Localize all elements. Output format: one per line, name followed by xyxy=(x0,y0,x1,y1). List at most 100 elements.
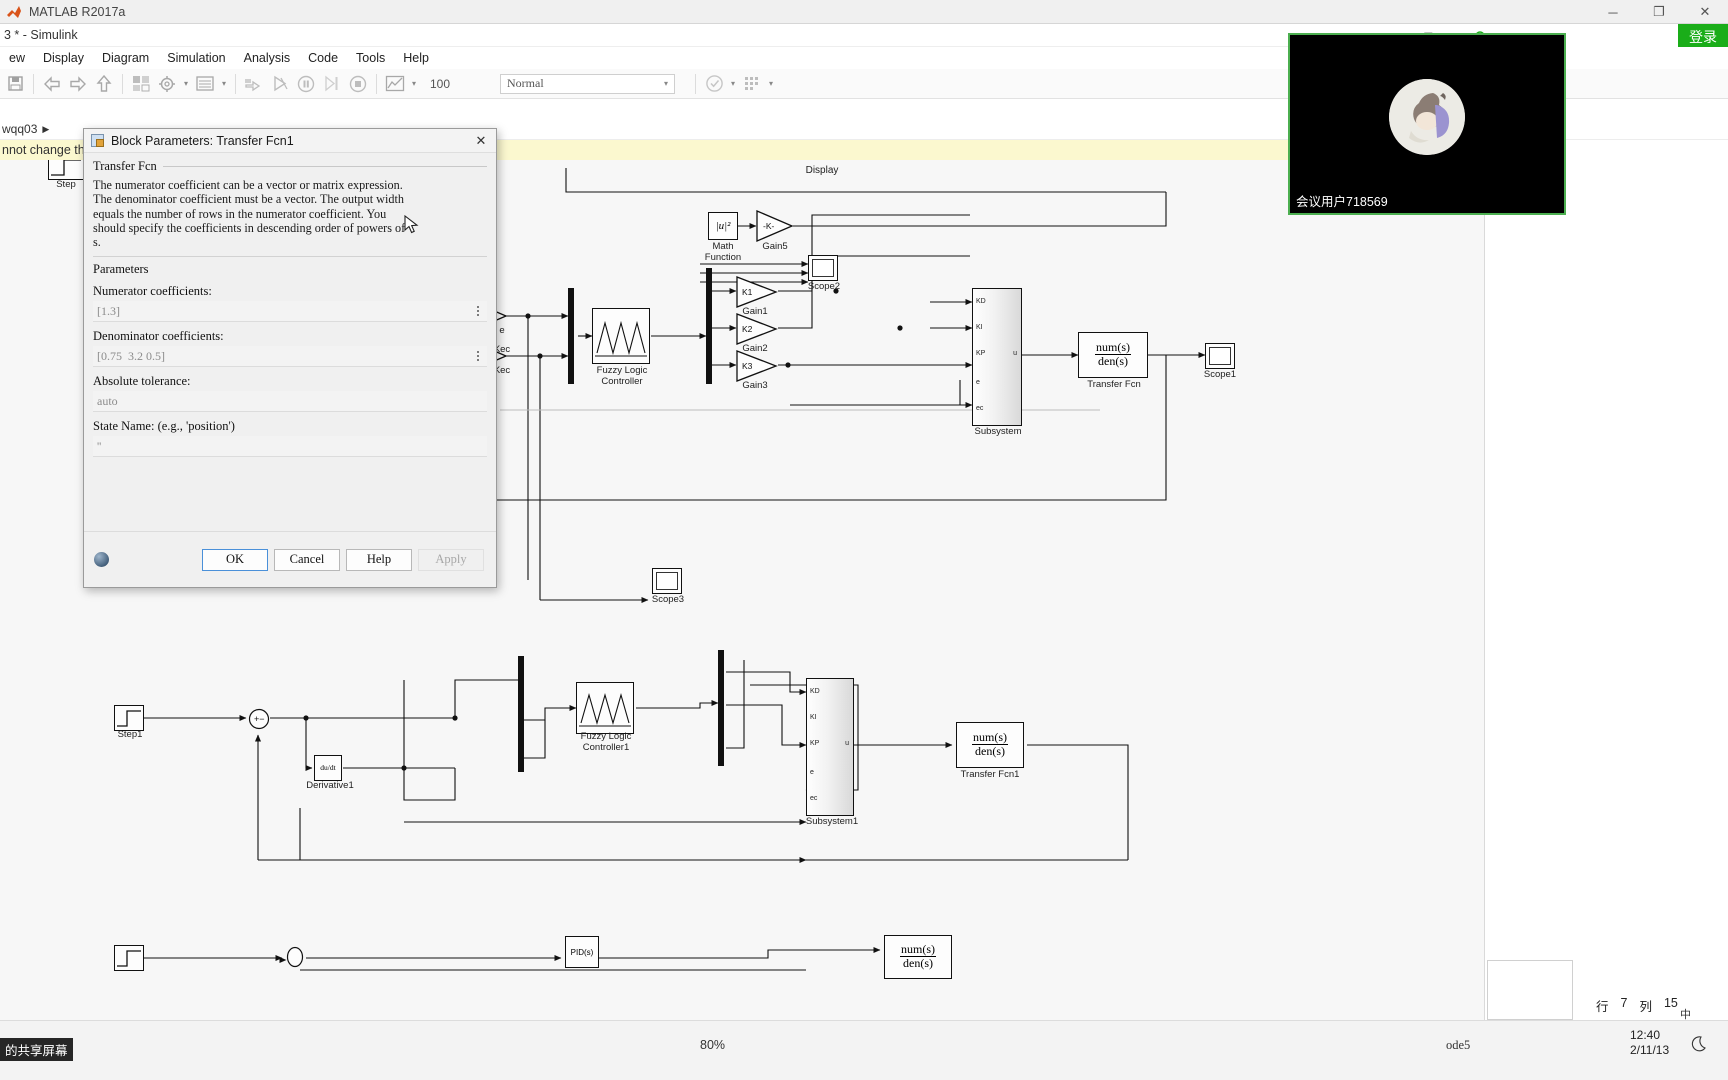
denominator-input[interactable] xyxy=(93,346,487,368)
block-scope1[interactable] xyxy=(1205,343,1235,369)
menu-item-tools[interactable]: Tools xyxy=(347,49,394,67)
chevron-down-icon[interactable]: ▾ xyxy=(180,71,192,97)
block-scope2[interactable] xyxy=(808,255,838,281)
chevron-down-icon[interactable]: ▾ xyxy=(218,71,230,97)
help-orb-icon[interactable] xyxy=(94,552,109,567)
block-label-step: Step xyxy=(56,179,76,190)
block-sum-bottom[interactable] xyxy=(284,946,306,968)
model-explorer-icon[interactable] xyxy=(192,71,218,97)
back-arrow-icon[interactable] xyxy=(39,71,65,97)
block-sum-lower[interactable]: +− xyxy=(248,708,270,730)
block-transfer-fcn1[interactable]: num(s) den(s) xyxy=(956,722,1024,768)
grid-tool-icon[interactable] xyxy=(739,71,765,97)
block-pid[interactable]: PID(s) xyxy=(565,936,599,968)
block-fuzzy-logic-controller[interactable] xyxy=(592,308,650,364)
cancel-button[interactable]: Cancel xyxy=(274,548,340,571)
col-label: 列 xyxy=(1639,1000,1652,1014)
block-label-derivative1: Derivative1 xyxy=(306,780,354,791)
menu-item-help[interactable]: Help xyxy=(394,49,438,67)
solver-name: ode5 xyxy=(1446,1038,1471,1052)
transfer-fcn-denominator: den(s) xyxy=(1098,354,1128,369)
breadcrumb-path[interactable]: wqq03 xyxy=(2,122,37,136)
dialog-buttons: OK Cancel Help Apply xyxy=(202,548,486,571)
run-fast-restart-icon[interactable] xyxy=(267,71,293,97)
block-parameters-dialog[interactable]: Block Parameters: Transfer Fcn1 ✕ Transf… xyxy=(83,128,497,588)
close-icon[interactable]: ✕ xyxy=(1682,0,1728,24)
save-icon[interactable] xyxy=(2,71,28,97)
matlab-logo-icon xyxy=(6,5,22,19)
pid-glyph: PID(s) xyxy=(570,947,594,957)
block-derivative1[interactable]: du/dt xyxy=(314,755,342,781)
state-name-row xyxy=(93,436,487,458)
block-gain1[interactable]: K1 xyxy=(736,276,778,308)
menu-item-simulation[interactable]: Simulation xyxy=(158,49,234,67)
scope3-screen xyxy=(656,572,678,590)
menu-item-analysis[interactable]: Analysis xyxy=(235,49,300,67)
check-circle-icon[interactable] xyxy=(701,71,727,97)
menu-item-code[interactable]: Code xyxy=(299,49,347,67)
transfer-fcn2-denominator: den(s) xyxy=(903,956,933,971)
block-math-function[interactable]: |u|² xyxy=(708,212,738,240)
build-icon[interactable] xyxy=(241,71,267,97)
abstol-input[interactable] xyxy=(93,391,487,413)
zoom-level-field[interactable]: 100 xyxy=(430,77,470,91)
block-transfer-fcn[interactable]: num(s) den(s) xyxy=(1078,332,1148,378)
ok-button[interactable]: OK xyxy=(202,548,268,571)
data-inspector-icon[interactable] xyxy=(382,71,408,97)
block-subsystem[interactable]: KD KI KP e ec u xyxy=(972,288,1022,426)
stop-icon[interactable] xyxy=(345,71,371,97)
block-demux1[interactable] xyxy=(718,650,724,766)
block-gain3[interactable]: K3 xyxy=(736,350,778,382)
menu-item-view[interactable]: ew xyxy=(0,49,34,67)
ime-language-indicator[interactable]: 中 xyxy=(1680,1006,1691,1022)
block-gain5[interactable]: -K- xyxy=(756,210,794,242)
numerator-input[interactable] xyxy=(93,301,487,323)
dialog-section-title: Transfer Fcn xyxy=(93,159,157,173)
state-name-input[interactable] xyxy=(93,436,487,458)
menu-item-display[interactable]: Display xyxy=(34,49,93,67)
simulation-mode-select[interactable]: Normal ▾ xyxy=(500,73,675,94)
subsystem-port-ki: KI xyxy=(976,324,983,331)
subsystem-port-u: u xyxy=(1013,350,1017,357)
up-arrow-icon[interactable] xyxy=(91,71,117,97)
block-demux[interactable] xyxy=(706,268,712,384)
block-fuzzy-logic-controller1[interactable] xyxy=(576,682,634,734)
block-step2[interactable] xyxy=(114,945,144,971)
block-step1[interactable] xyxy=(114,705,144,731)
svg-text:+−: +− xyxy=(254,714,265,724)
apply-button[interactable]: Apply xyxy=(418,548,484,571)
canvas-right-pane xyxy=(1484,140,1544,1020)
simulink-title-text: 3 * - Simulink xyxy=(4,28,78,42)
chevron-down-icon[interactable]: ▾ xyxy=(408,71,420,97)
block-label-fuzzy-logic-controller1: Fuzzy Logic Controller1 xyxy=(580,731,632,753)
block-mux1[interactable] xyxy=(518,656,524,772)
menu-item-diagram[interactable]: Diagram xyxy=(93,49,158,67)
denominator-more-icon[interactable] xyxy=(471,348,484,364)
col-value: 15 xyxy=(1663,996,1678,1010)
block-gain2[interactable]: K2 xyxy=(736,313,778,345)
chevron-down-icon[interactable]: ▾ xyxy=(727,71,739,97)
maximize-icon[interactable]: ❐ xyxy=(1636,0,1682,24)
forward-arrow-icon[interactable] xyxy=(65,71,91,97)
pause-icon[interactable] xyxy=(293,71,319,97)
step-forward-icon[interactable] xyxy=(319,71,345,97)
block-transfer-fcn2[interactable]: num(s) den(s) xyxy=(884,935,952,979)
help-button[interactable]: Help xyxy=(346,548,412,571)
moon-icon[interactable] xyxy=(1690,1036,1706,1052)
taskbar-clock[interactable]: 12:40 2/11/13 xyxy=(1630,1028,1669,1058)
toolbar-separator xyxy=(33,73,34,94)
chevron-down-icon[interactable]: ▾ xyxy=(765,71,777,97)
library-browser-icon[interactable] xyxy=(128,71,154,97)
block-label-step1: Step1 xyxy=(117,729,143,740)
block-mux[interactable] xyxy=(568,288,574,384)
numerator-more-icon[interactable] xyxy=(471,303,484,319)
toolbar-separator xyxy=(376,73,377,94)
close-icon[interactable]: ✕ xyxy=(466,129,496,153)
minimize-icon[interactable]: ─ xyxy=(1590,0,1636,24)
mouse-cursor-icon xyxy=(404,215,419,234)
block-step[interactable] xyxy=(48,160,84,180)
block-scope3[interactable] xyxy=(652,568,682,594)
model-configuration-gear-icon[interactable] xyxy=(154,71,180,97)
video-participant-tile[interactable]: 会议用户718569 xyxy=(1288,33,1566,215)
block-subsystem1[interactable]: KD KI KP e ec u xyxy=(806,678,854,816)
